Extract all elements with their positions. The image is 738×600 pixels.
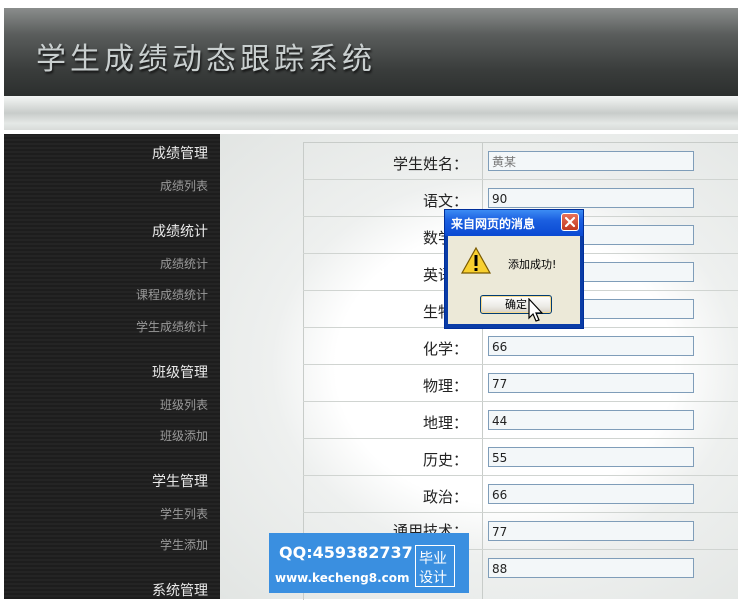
label-student-name: 学生姓名： xyxy=(392,155,468,173)
sidebar-group-class-management[interactable]: 班级管理 xyxy=(4,362,208,382)
label-physics: 物理： xyxy=(422,377,468,395)
next-score-input[interactable] xyxy=(488,558,694,578)
watermark-url: www.kecheng8.com xyxy=(275,571,410,585)
student-name-input[interactable] xyxy=(488,151,694,171)
row-divider xyxy=(303,401,738,402)
chinese-score-input[interactable] xyxy=(488,188,694,208)
sidebar-item-class-list[interactable]: 班级列表 xyxy=(4,396,208,413)
history-score-input[interactable] xyxy=(488,447,694,467)
sidebar-item-course-statistics[interactable]: 课程成绩统计 xyxy=(4,286,208,303)
row-divider xyxy=(303,438,738,439)
header-band xyxy=(4,96,738,130)
sidebar-group-student-management[interactable]: 学生管理 xyxy=(4,471,208,491)
close-button[interactable] xyxy=(561,213,579,231)
row-divider xyxy=(303,179,738,180)
geography-score-input[interactable] xyxy=(488,410,694,430)
chemistry-score-input[interactable] xyxy=(488,336,694,356)
app-header: 学生成绩动态跟踪系统 xyxy=(4,8,738,96)
sidebar-group-score-management[interactable]: 成绩管理 xyxy=(4,143,208,163)
general-technology-score-input[interactable] xyxy=(488,521,694,541)
alert-dialog: 来自网页的消息 添加成功! 确定 xyxy=(444,209,584,329)
dialog-message: 添加成功! xyxy=(508,258,557,271)
politics-score-input[interactable] xyxy=(488,484,694,504)
physics-score-input[interactable] xyxy=(488,373,694,393)
sidebar-item-score-list[interactable]: 成绩列表 xyxy=(4,177,208,194)
sidebar-item-class-add[interactable]: 班级添加 xyxy=(4,427,208,444)
label-geography: 地理： xyxy=(422,414,468,432)
watermark-qq: QQ:459382737 xyxy=(279,543,413,562)
sidebar-item-student-statistics[interactable]: 学生成绩统计 xyxy=(4,318,208,335)
dialog-title: 来自网页的消息 xyxy=(451,217,536,231)
watermark-logo: QQ:459382737 www.kecheng8.com 毕业 设计 xyxy=(269,533,469,593)
dialog-body: 添加成功! 确定 xyxy=(448,236,580,324)
row-divider xyxy=(303,475,738,476)
sidebar-item-student-add[interactable]: 学生添加 xyxy=(4,536,208,553)
watermark-tag-line1: 毕业 xyxy=(419,551,447,567)
watermark-tag-line2: 设计 xyxy=(419,570,447,586)
mouse-cursor-icon xyxy=(528,298,544,322)
app-title: 学生成绩动态跟踪系统 xyxy=(36,42,376,77)
watermark-tag: 毕业 设计 xyxy=(415,545,455,587)
label-chemistry: 化学： xyxy=(422,340,468,358)
sidebar-item-score-statistics[interactable]: 成绩统计 xyxy=(4,255,208,272)
label-chinese: 语文： xyxy=(422,192,468,210)
dialog-titlebar: 来自网页的消息 xyxy=(445,210,583,236)
label-politics: 政治： xyxy=(422,488,468,506)
sidebar-item-student-list[interactable]: 学生列表 xyxy=(4,505,208,522)
row-divider xyxy=(303,512,738,513)
row-divider xyxy=(303,364,738,365)
warning-icon xyxy=(460,246,492,274)
sidebar-group-score-statistics[interactable]: 成绩统计 xyxy=(4,221,208,241)
close-icon xyxy=(564,216,576,228)
sidebar-group-system-management[interactable]: 系统管理 xyxy=(4,580,208,600)
label-history: 历史： xyxy=(422,451,468,469)
